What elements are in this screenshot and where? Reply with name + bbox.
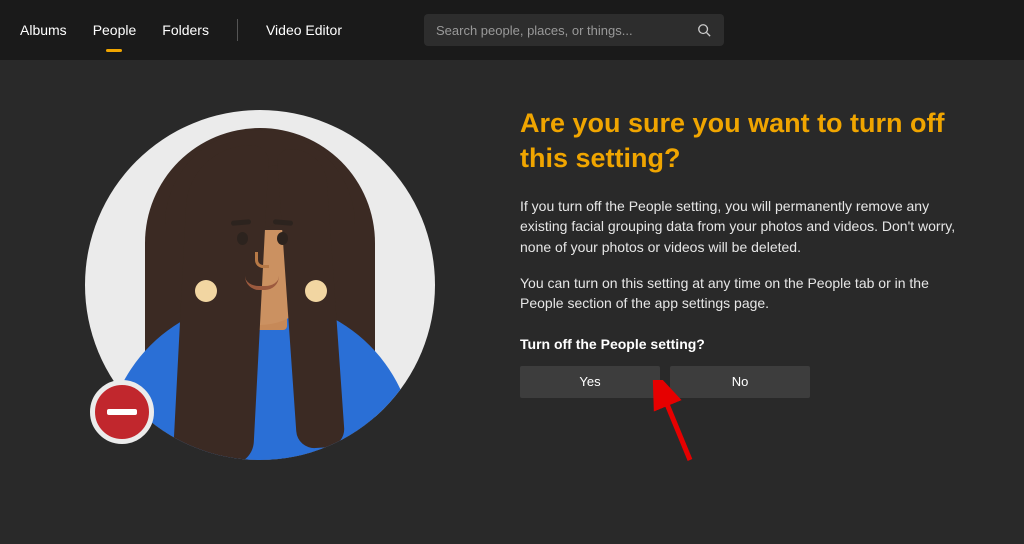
dialog-question: Turn off the People setting? — [520, 336, 974, 352]
dialog-paragraph-1: If you turn off the People setting, you … — [520, 196, 974, 257]
dialog-text-area: Are you sure you want to turn off this s… — [520, 100, 1024, 544]
nav-divider — [237, 19, 238, 41]
nav-tabs: Albums People Folders Video Editor — [20, 18, 342, 42]
button-row: Yes No — [520, 366, 974, 398]
tab-video-editor[interactable]: Video Editor — [266, 18, 342, 42]
tab-albums[interactable]: Albums — [20, 18, 67, 42]
dialog-paragraph-2: You can turn on this setting at any time… — [520, 273, 974, 314]
no-button[interactable]: No — [670, 366, 810, 398]
illustration-area — [0, 100, 520, 544]
yes-button[interactable]: Yes — [520, 366, 660, 398]
content-area: Are you sure you want to turn off this s… — [0, 60, 1024, 544]
top-bar: Albums People Folders Video Editor — [0, 0, 1024, 60]
search-icon[interactable] — [696, 22, 712, 38]
search-box[interactable] — [424, 14, 724, 46]
tab-people[interactable]: People — [93, 18, 137, 42]
dialog-heading: Are you sure you want to turn off this s… — [520, 106, 974, 176]
remove-badge-icon — [90, 380, 154, 444]
search-input[interactable] — [436, 23, 696, 38]
tab-folders[interactable]: Folders — [162, 18, 209, 42]
